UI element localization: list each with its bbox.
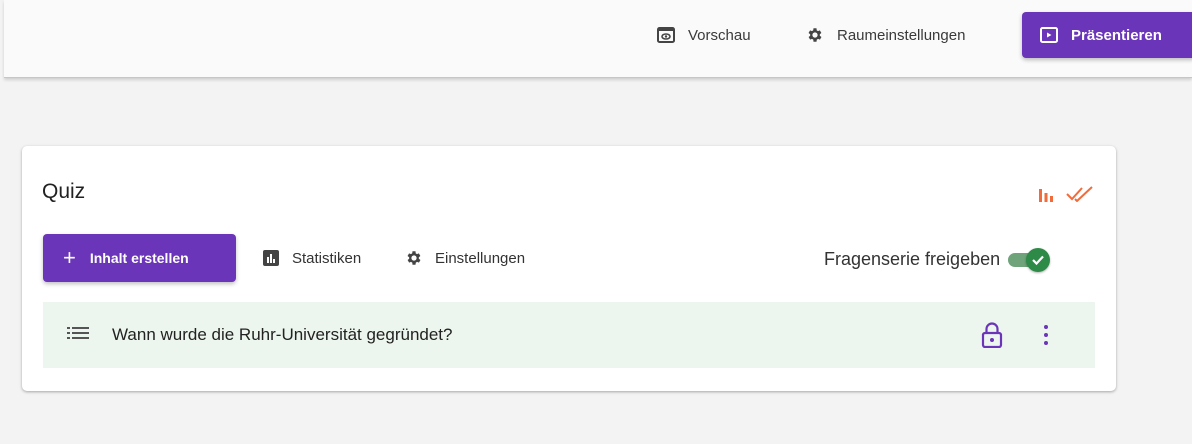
present-icon [1039, 25, 1059, 45]
present-button[interactable]: Präsentieren [1022, 12, 1192, 58]
card-title: Quiz [42, 180, 86, 203]
publish-label: Fragenserie freigeben [824, 248, 1001, 269]
top-toolbar: Vorschau Raumeinstellungen Präsentieren [4, 0, 1192, 78]
present-label: Präsentieren [1071, 26, 1162, 44]
gear-icon [405, 249, 423, 267]
question-text: Wann wurde die Ruhr-Universität gegründe… [112, 325, 453, 344]
publish-toggle[interactable] [1004, 248, 1051, 272]
create-content-label: Inhalt erstellen [89, 250, 189, 266]
bar-chart-icon [1038, 186, 1054, 207]
double-check-icon [1066, 186, 1094, 207]
drag-list-icon[interactable] [67, 326, 89, 345]
publish-control: Fragenserie freigeben [824, 246, 1051, 272]
preview-label: Vorschau [688, 26, 751, 44]
settings-label: Einstellungen [435, 249, 526, 267]
create-content-button[interactable]: + Inhalt erstellen [43, 234, 236, 282]
quiz-card: Quiz + Inhalt erstellen Statistiken Eins… [22, 146, 1116, 391]
statistics-label: Statistiken [292, 249, 362, 267]
settings-button[interactable]: Einstellungen [405, 246, 525, 270]
preview-button[interactable]: Vorschau [656, 12, 751, 58]
check-icon [1032, 255, 1044, 266]
more-options-icon[interactable] [1038, 322, 1054, 348]
toggle-thumb [1026, 248, 1051, 272]
room-settings-button[interactable]: Raumeinstellungen [805, 12, 965, 58]
gear-icon [805, 25, 825, 45]
plus-icon: + [63, 245, 76, 270]
statistics-icon [262, 249, 280, 267]
preview-icon [656, 25, 676, 45]
room-settings-label: Raumeinstellungen [837, 26, 966, 44]
statistics-button[interactable]: Statistiken [262, 246, 361, 270]
question-row[interactable]: Wann wurde die Ruhr-Universität gegründe… [43, 302, 1095, 368]
status-icons [1038, 186, 1094, 207]
lock-icon[interactable] [981, 322, 1003, 353]
